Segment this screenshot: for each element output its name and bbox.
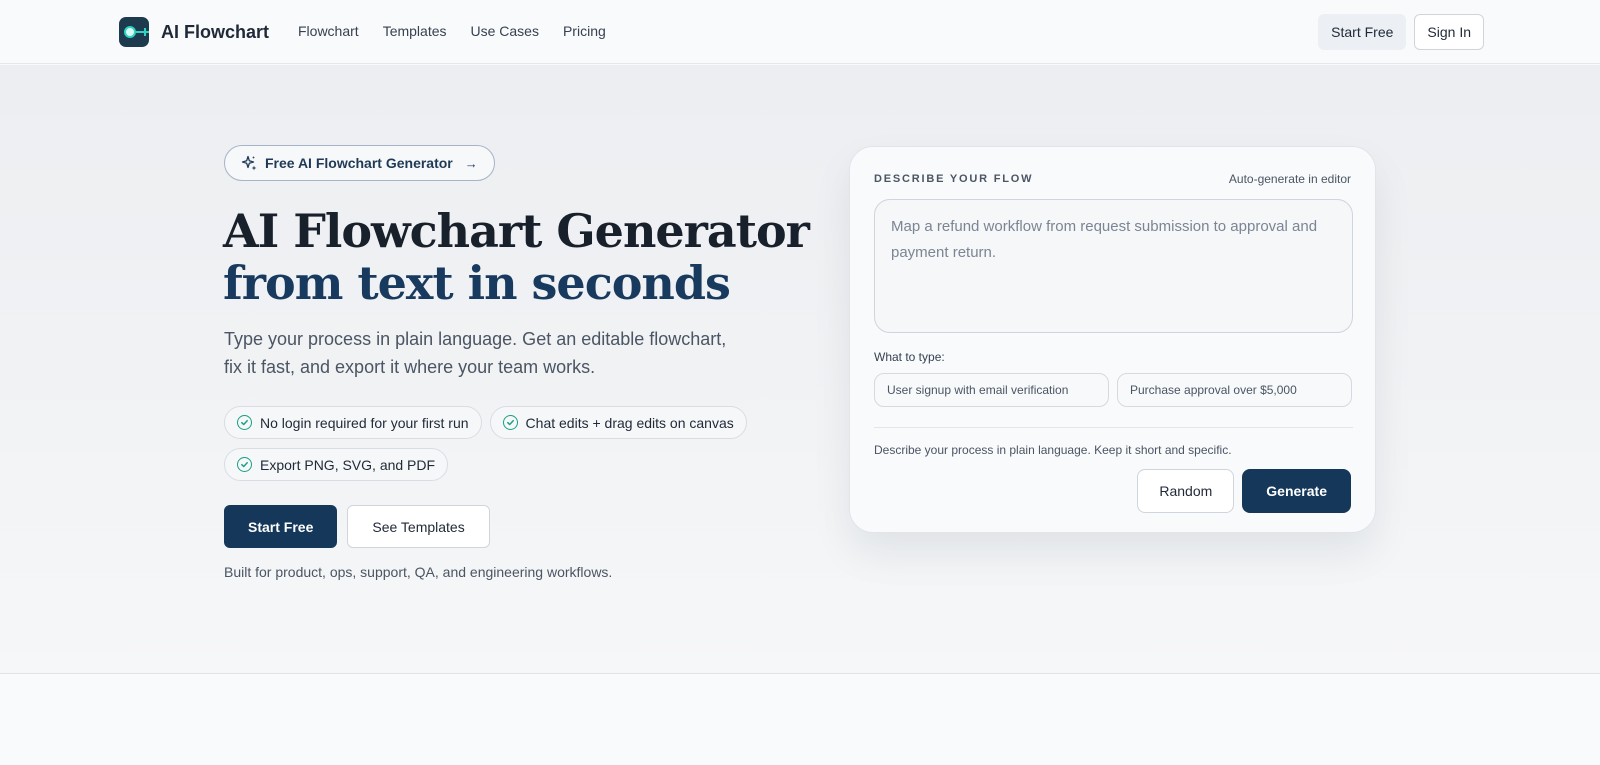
hero-section: Free AI Flowchart Generator → AI Flowcha… bbox=[0, 65, 1600, 674]
check-circle-icon bbox=[237, 457, 252, 472]
example-prompt-button[interactable]: Purchase approval over $5,000 bbox=[1117, 373, 1352, 407]
start-free-button[interactable]: Start Free bbox=[224, 505, 338, 548]
feature-label: Chat edits + drag edits on canvas bbox=[525, 414, 734, 431]
feature-list: No login required for your first run Cha… bbox=[224, 406, 764, 481]
feature-label: No login required for your first run bbox=[260, 414, 469, 431]
nav-link-flowchart[interactable]: Flowchart bbox=[298, 23, 359, 39]
top-nav: AI Flowchart Flowchart Templates Use Cas… bbox=[0, 0, 1600, 64]
card-title: DESCRIBE YOUR FLOW bbox=[874, 173, 1034, 185]
example-prompt-button[interactable]: User signup with email verification bbox=[874, 373, 1109, 407]
nav-links: Flowchart Templates Use Cases Pricing bbox=[298, 23, 606, 39]
hero-cta-row: Start Free See Templates bbox=[224, 505, 490, 548]
headline-line-1: AI Flowchart Generator bbox=[223, 204, 810, 258]
flow-description-input[interactable] bbox=[874, 199, 1353, 333]
feature-pill: No login required for your first run bbox=[224, 406, 482, 439]
brand-name: AI Flowchart bbox=[161, 21, 270, 42]
built-for-note: Built for product, ops, support, QA, and… bbox=[224, 564, 613, 580]
check-circle-icon bbox=[237, 415, 252, 430]
card-hint: Auto-generate in editor bbox=[1228, 172, 1351, 186]
random-button[interactable]: Random bbox=[1137, 469, 1235, 513]
badge-label: Free AI Flowchart Generator bbox=[265, 155, 453, 171]
check-circle-icon bbox=[502, 415, 518, 430]
nav-start-free-button[interactable]: Start Free bbox=[1318, 14, 1407, 50]
examples-label: What to type: bbox=[874, 350, 945, 364]
feature-pill: Chat edits + drag edits on canvas bbox=[489, 406, 747, 439]
flow-node-icon bbox=[119, 17, 149, 47]
example-prompts: User signup with email verification Purc… bbox=[874, 373, 1352, 407]
feature-pill: Export PNG, SVG, and PDF bbox=[224, 448, 449, 481]
arrow-right-icon: → bbox=[464, 155, 478, 171]
brand-logo[interactable]: AI Flowchart bbox=[119, 17, 269, 47]
generator-badge[interactable]: Free AI Flowchart Generator → bbox=[224, 145, 495, 181]
nav-link-use-cases[interactable]: Use Cases bbox=[471, 23, 539, 39]
nav-actions: Start Free Sign In bbox=[1318, 14, 1484, 50]
card-actions: Random Generate bbox=[1137, 469, 1351, 513]
feature-label: Export PNG, SVG, and PDF bbox=[260, 456, 436, 473]
page-title: AI Flowchart Generator from text in seco… bbox=[223, 205, 823, 309]
sparkle-icon bbox=[241, 155, 257, 171]
nav-link-templates[interactable]: Templates bbox=[383, 23, 447, 39]
sign-in-button[interactable]: Sign In bbox=[1414, 14, 1484, 50]
hero-subtext: Type your process in plain language. Get… bbox=[224, 329, 727, 377]
divider bbox=[874, 427, 1353, 428]
nav-link-pricing[interactable]: Pricing bbox=[563, 23, 606, 39]
generate-button[interactable]: Generate bbox=[1242, 469, 1351, 513]
see-templates-button[interactable]: See Templates bbox=[347, 505, 490, 548]
headline-line-2: from text in seconds bbox=[223, 256, 731, 310]
describe-flow-card: DESCRIBE YOUR FLOW Auto-generate in edit… bbox=[849, 146, 1376, 533]
card-help-text: Describe your process in plain language.… bbox=[874, 443, 1232, 457]
